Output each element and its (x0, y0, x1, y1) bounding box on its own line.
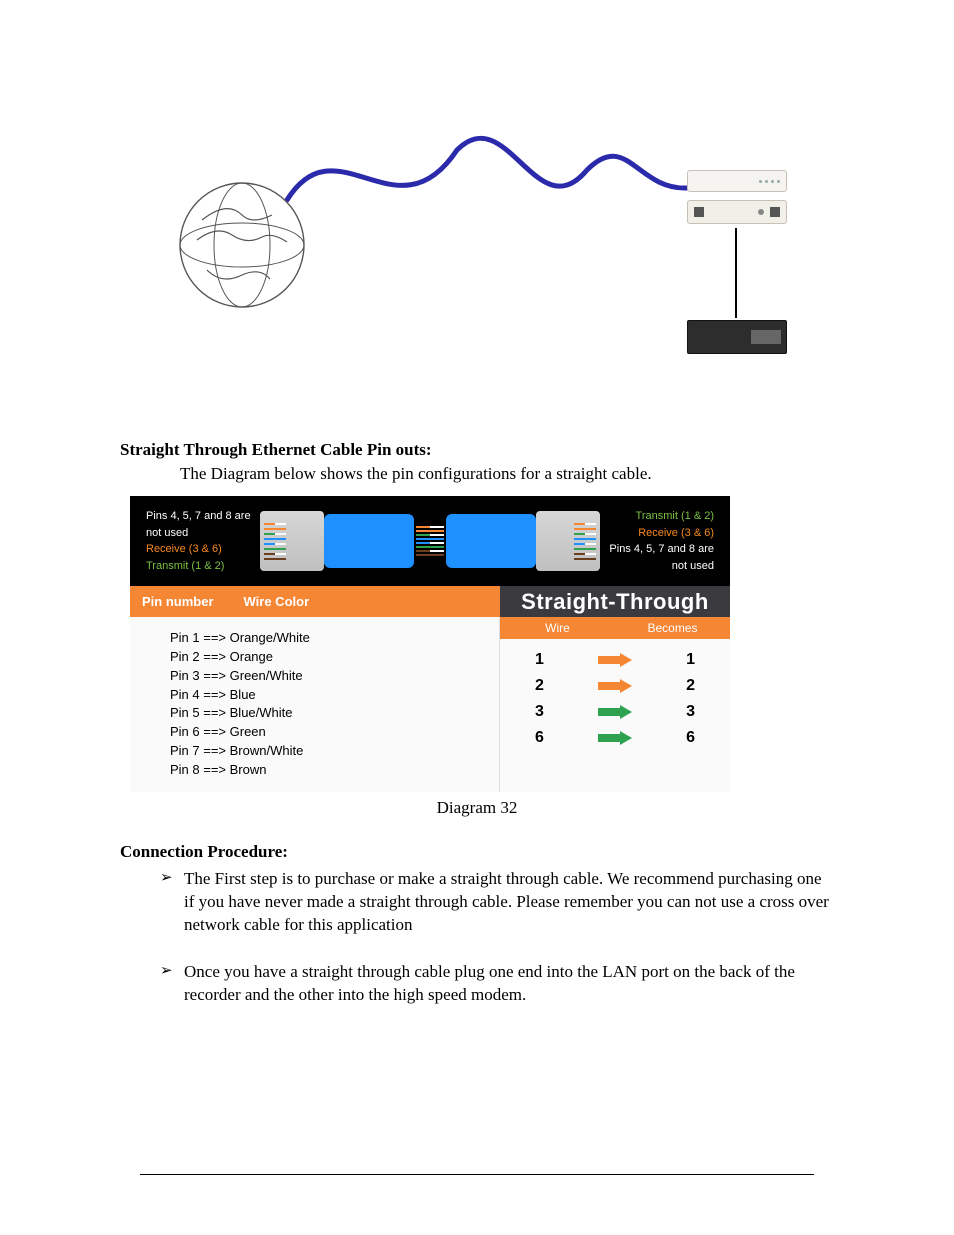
straight-subhead: Wire Becomes (500, 617, 730, 639)
arrow-icon (598, 705, 632, 719)
straight-from: 2 (535, 677, 544, 695)
dvr-device (687, 320, 787, 354)
arrow-icon (598, 731, 632, 745)
procedure-item: Once you have a straight through cable p… (160, 961, 834, 1031)
straight-row: 1 1 (508, 647, 722, 673)
arrow-icon (598, 679, 632, 693)
network-figure (167, 80, 787, 420)
diagram-caption: Diagram 32 (120, 798, 834, 818)
router-device (687, 200, 787, 224)
ethernet-link-line (735, 228, 737, 318)
pin-row: Pin 1 ==> Orange/White (170, 629, 487, 648)
pin-row: Pin 3 ==> Green/White (170, 667, 487, 686)
pin-row: Pin 2 ==> Orange (170, 648, 487, 667)
pin-row: Pin 8 ==> Brown (170, 761, 487, 780)
pinout-left-receive: Receive (3 & 6) (146, 541, 260, 558)
straight-to: 2 (686, 677, 695, 695)
arrow-icon (598, 653, 632, 667)
straight-to: 3 (686, 703, 695, 721)
pinout-connectors: Pins 4, 5, 7 and 8 are not used Receive … (130, 496, 730, 586)
footer-rule (140, 1174, 814, 1175)
pinout-left-transmit: Transmit (1 & 2) (146, 558, 260, 575)
pinout-title-right: Straight-Through (500, 586, 730, 617)
procedure-heading: Connection Procedure: (120, 842, 834, 862)
straight-col-wire: Wire (500, 621, 615, 635)
pinout-left-notused: Pins 4, 5, 7 and 8 are not used (146, 508, 260, 541)
rj45-right-icon (536, 511, 600, 571)
straight-from: 3 (535, 703, 544, 721)
straight-row: 6 6 (508, 725, 722, 751)
cable-boot-left (324, 514, 414, 568)
straight-to: 1 (686, 651, 695, 669)
pinout-col-color: Wire Color (244, 594, 310, 609)
cable-boot-right (446, 514, 536, 568)
straight-row: 2 2 (508, 673, 722, 699)
procedure-list: The First step is to purchase or make a … (120, 868, 834, 1031)
pinout-col-pin: Pin number (142, 594, 214, 609)
straight-from: 6 (535, 729, 544, 747)
pin-list: Pin 1 ==> Orange/White Pin 2 ==> Orange … (130, 617, 500, 792)
pinout-intro: The Diagram below shows the pin configur… (180, 464, 834, 484)
pinout-right-notused: Pins 4, 5, 7 and 8 are not used (600, 541, 714, 574)
rj45-left-icon (260, 511, 324, 571)
modem-device (687, 170, 787, 192)
straight-col-becomes: Becomes (615, 621, 730, 635)
pinout-table-headers: Pin number Wire Color Straight-Through (130, 586, 730, 617)
page: Straight Through Ethernet Cable Pin outs… (0, 0, 954, 1235)
cable-wires (416, 526, 444, 556)
straight-to: 6 (686, 729, 695, 747)
pinout-heading: Straight Through Ethernet Cable Pin outs… (120, 440, 834, 460)
pin-row: Pin 7 ==> Brown/White (170, 742, 487, 761)
straight-row: 3 3 (508, 699, 722, 725)
pinout-right-labels: Transmit (1 & 2) Receive (3 & 6) Pins 4,… (600, 508, 714, 574)
pin-row: Pin 5 ==> Blue/White (170, 704, 487, 723)
procedure-item: The First step is to purchase or make a … (160, 868, 834, 961)
globe-icon (177, 180, 307, 310)
pin-row: Pin 4 ==> Blue (170, 686, 487, 705)
straight-rows: 1 1 2 2 3 3 6 (500, 639, 730, 763)
pinout-right-transmit: Transmit (1 & 2) (600, 508, 714, 525)
pinout-diagram: Pins 4, 5, 7 and 8 are not used Receive … (130, 496, 730, 792)
straight-from: 1 (535, 651, 544, 669)
pinout-left-labels: Pins 4, 5, 7 and 8 are not used Receive … (146, 508, 260, 574)
pinout-right-receive: Receive (3 & 6) (600, 525, 714, 542)
pin-row: Pin 6 ==> Green (170, 723, 487, 742)
